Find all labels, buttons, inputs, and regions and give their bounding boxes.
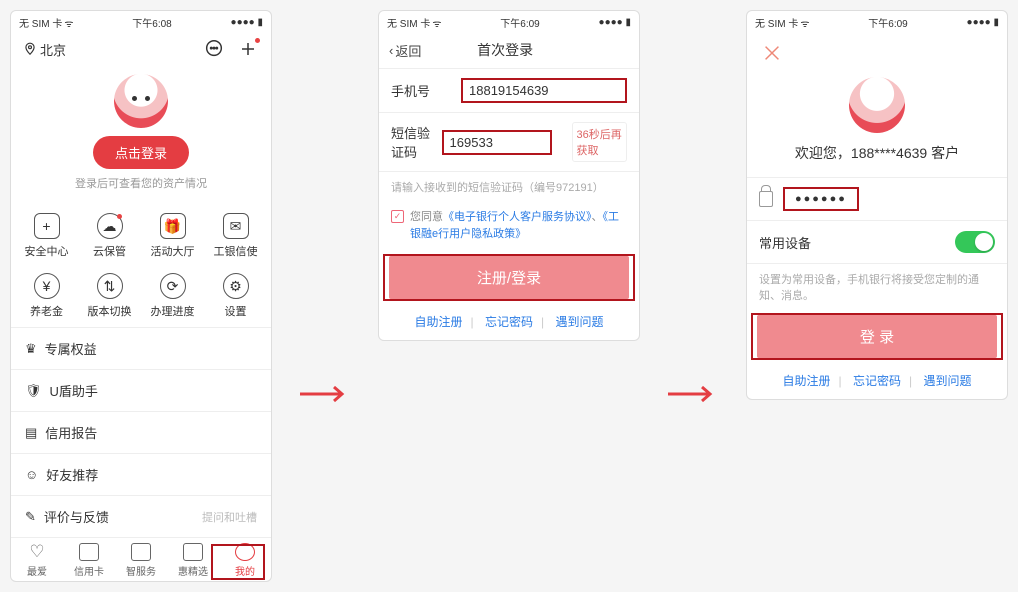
grid-cloud[interactable]: ☁云保管	[78, 213, 141, 259]
link-forgot[interactable]: 忘记密码	[849, 374, 905, 388]
tab-favorite[interactable]: ♡最爱	[11, 543, 63, 578]
list-item[interactable]: 🛡U盾助手	[11, 369, 271, 411]
screen-login: 无 SIM 卡 ᯤ 下午6:09 ●●●● ▮ 欢迎您，188****4639 …	[746, 10, 1008, 400]
grid-progress[interactable]: ⟳办理进度	[141, 273, 204, 319]
list-item[interactable]: ✎评价与反馈提问和吐槽	[11, 495, 271, 537]
welcome-block: 欢迎您，188****4639 客户	[747, 71, 1007, 177]
arrow-icon	[668, 384, 718, 409]
status-bar: 无 SIM 卡 ᯤ 下午6:09 ●●●● ▮	[379, 11, 639, 32]
helper-links: 自助注册| 忘记密码| 遇到问题	[379, 303, 639, 340]
chat-icon: ✎	[25, 509, 36, 525]
link-self-register[interactable]: 自助注册	[779, 374, 835, 388]
code-hint: 请输入接收到的短信验证码（编号972191）	[379, 172, 639, 205]
arrow-icon	[300, 384, 350, 409]
link-forgot[interactable]: 忘记密码	[481, 315, 537, 329]
grid-version[interactable]: ⇅版本切换	[78, 273, 141, 319]
password-field[interactable]: ●●●●●●	[747, 177, 1007, 221]
lock-icon	[759, 191, 773, 207]
list-item[interactable]: ▤信用报告	[11, 411, 271, 453]
link-help[interactable]: 遇到问题	[919, 374, 975, 388]
checkbox-icon[interactable]: ✓	[391, 210, 404, 223]
tab-deals[interactable]: 惠精选	[167, 543, 219, 578]
page-title: 首次登录	[381, 40, 629, 60]
phone-input[interactable]: 18819154639	[461, 78, 627, 103]
header: 北京	[11, 32, 271, 70]
grid-settings[interactable]: ⚙设置	[204, 273, 267, 319]
screen-profile: 无 SIM 卡 ᯤ 下午6:08 ●●●● ▮ 北京 点击登录 登录后可查看您的…	[10, 10, 272, 582]
list-item[interactable]: ♛专属权益	[11, 327, 271, 369]
helper-links: 自助注册| 忘记密码| 遇到问题	[747, 362, 1007, 399]
tab-service[interactable]: 智服务	[115, 543, 167, 578]
nav-bar: ‹ 返回 首次登录	[379, 32, 639, 69]
badge-icon: ♛	[25, 341, 37, 357]
shield-icon: 🛡	[25, 383, 42, 399]
status-bar: 无 SIM 卡 ᯤ 下午6:09 ●●●● ▮	[747, 11, 1007, 32]
agreement-row[interactable]: ✓ 您同意《电子银行个人客户服务协议》、《工银融e行用户隐私政策》	[379, 205, 639, 252]
login-button[interactable]: 点击登录	[93, 136, 189, 169]
code-field[interactable]: 短信验证码 169533 36秒后再获取	[379, 113, 639, 172]
avatar	[114, 74, 168, 128]
avatar	[849, 77, 905, 133]
plus-icon[interactable]	[237, 38, 259, 60]
password-input[interactable]: ●●●●●●	[783, 187, 859, 211]
doc-icon: ▤	[25, 425, 37, 441]
chat-icon[interactable]	[203, 38, 225, 60]
device-row: 常用设备	[747, 221, 1007, 264]
people-icon: ☺	[25, 467, 38, 482]
grid-activity[interactable]: 🎁活动大厅	[141, 213, 204, 259]
tab-bar: ♡最爱 信用卡 智服务 惠精选 我的	[11, 537, 271, 581]
list-item[interactable]: ☺好友推荐	[11, 453, 271, 495]
screen-first-login: 无 SIM 卡 ᯤ 下午6:09 ●●●● ▮ ‹ 返回 首次登录 手机号 18…	[378, 10, 640, 341]
link-self-register[interactable]: 自助注册	[411, 315, 467, 329]
link-help[interactable]: 遇到问题	[551, 315, 607, 329]
grid-messenger[interactable]: ✉工银信使	[204, 213, 267, 259]
close-button[interactable]	[747, 32, 1007, 71]
resend-button[interactable]: 36秒后再获取	[572, 122, 627, 162]
login-submit-button[interactable]: 登 录	[757, 315, 997, 358]
feature-grid: +安全中心 ☁云保管 🎁活动大厅 ✉工银信使 ¥养老金 ⇅版本切换 ⟳办理进度 …	[11, 199, 271, 327]
login-hint: 登录后可查看您的资产情况	[11, 175, 271, 191]
grid-pension[interactable]: ¥养老金	[15, 273, 78, 319]
avatar-area: 点击登录 登录后可查看您的资产情况	[11, 70, 271, 199]
welcome-text: 欢迎您，188****4639 客户	[747, 143, 1007, 163]
status-bar: 无 SIM 卡 ᯤ 下午6:08 ●●●● ▮	[11, 11, 271, 32]
phone-field[interactable]: 手机号 18819154639	[379, 69, 639, 113]
agreement-link-1[interactable]: 《电子银行个人客户服务协议》	[443, 211, 592, 223]
tab-credit[interactable]: 信用卡	[63, 543, 115, 578]
location-picker[interactable]: 北京	[23, 40, 66, 59]
grid-security[interactable]: +安全中心	[15, 213, 78, 259]
device-toggle[interactable]	[955, 231, 995, 253]
device-hint: 设置为常用设备，手机银行将接受您定制的通知、消息。	[747, 264, 1007, 311]
code-input[interactable]: 169533	[442, 130, 552, 155]
submit-button[interactable]: 注册/登录	[389, 256, 629, 299]
tab-mine[interactable]: 我的	[219, 543, 271, 578]
